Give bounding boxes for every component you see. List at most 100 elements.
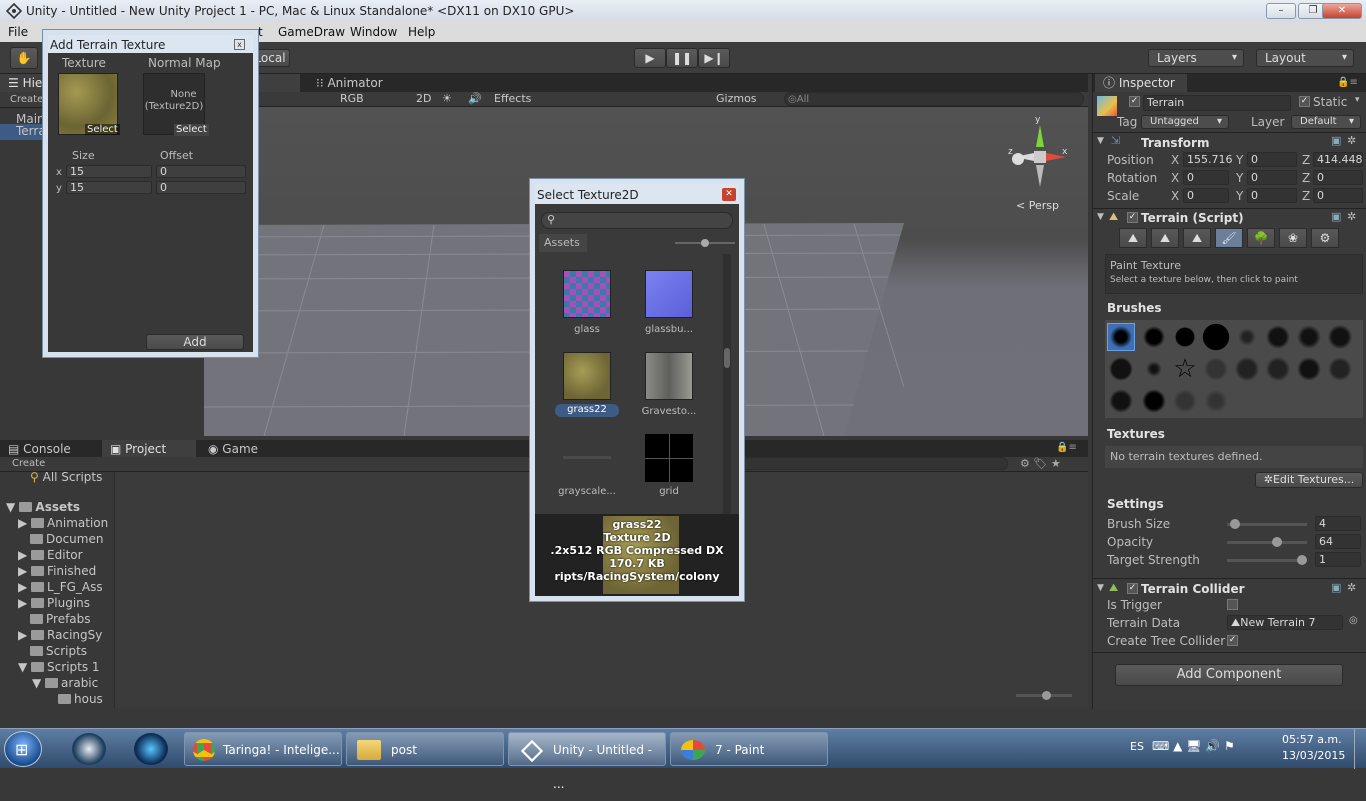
texture-thumb-gravestone[interactable] xyxy=(645,352,693,400)
tab-animator[interactable]: ⁝⁝ Animator xyxy=(308,74,428,92)
brush-17[interactable] xyxy=(1107,387,1135,415)
texture-name[interactable]: grid xyxy=(631,486,707,497)
rgb-dropdown[interactable]: RGB xyxy=(340,92,364,106)
tree-item[interactable]: ▶ Finished xyxy=(18,564,96,578)
terrain-script-foldout[interactable]: ▼ xyxy=(1097,212,1104,222)
texture-thumb-glass[interactable] xyxy=(563,270,611,318)
texture-select-button[interactable]: Select xyxy=(85,124,120,135)
clock-date[interactable]: 13/03/2015 xyxy=(1282,749,1345,762)
hierarchy-create[interactable]: Create xyxy=(0,92,44,108)
help-icon[interactable]: ▣ xyxy=(1331,581,1341,594)
brush-13[interactable] xyxy=(1233,355,1261,383)
brush-20[interactable] xyxy=(1202,387,1230,415)
texture-name[interactable]: glassbu... xyxy=(631,324,707,335)
hierarchy-item-terrain[interactable]: Terra xyxy=(0,124,46,140)
object-name-field[interactable]: Terrain xyxy=(1143,95,1291,111)
texture-slot[interactable]: Select xyxy=(58,73,120,135)
texture-name-selected[interactable]: grass22 xyxy=(555,404,619,417)
close-button[interactable]: ✕ xyxy=(1322,3,1362,19)
effects-dropdown[interactable]: Effects xyxy=(494,92,531,106)
brush-14[interactable] xyxy=(1264,355,1292,383)
add-component-button[interactable]: Add Component xyxy=(1115,664,1343,686)
taskbar-folder[interactable]: post xyxy=(346,732,504,766)
show-desktop-button[interactable] xyxy=(1354,729,1366,769)
persp-label[interactable]: < Persp xyxy=(1016,199,1059,212)
target-strength-field[interactable]: 1 xyxy=(1315,552,1361,567)
normal-map-select-button[interactable]: Select xyxy=(174,124,209,136)
raise-lower-tool[interactable]: ⛰ xyxy=(1119,228,1147,248)
brush-3[interactable] xyxy=(1171,323,1199,351)
brush-19[interactable] xyxy=(1171,387,1199,415)
object-picker-icon[interactable]: ◎ xyxy=(1349,615,1358,626)
target-strength-slider[interactable] xyxy=(1227,555,1307,565)
menu-help[interactable]: Help xyxy=(408,22,435,42)
tab-assets[interactable]: Assets xyxy=(539,234,587,252)
tree-item[interactable]: hous xyxy=(58,692,103,706)
static-dropdown-icon[interactable]: ▾ xyxy=(1355,95,1360,105)
minimize-button[interactable]: – xyxy=(1266,3,1296,19)
start-button[interactable]: ⊞ xyxy=(4,731,42,767)
rotation-z-field[interactable]: 0 xyxy=(1313,170,1363,185)
lock-icon[interactable]: 🔒≡ xyxy=(1056,442,1077,453)
brushes-grid[interactable]: ☆ xyxy=(1105,320,1363,418)
brush-18[interactable] xyxy=(1140,387,1168,415)
paint-height-tool[interactable]: ⛰ xyxy=(1151,228,1179,248)
brush-15[interactable] xyxy=(1295,355,1323,383)
add-button[interactable]: Add xyxy=(146,334,244,350)
filter-icons[interactable]: ⚙ 🏷 ★ xyxy=(1020,457,1061,470)
gear-icon[interactable]: ✲ xyxy=(1347,581,1356,594)
tab-hierarchy[interactable]: ☰ Hie xyxy=(0,74,44,92)
texture-thumb-grid[interactable] xyxy=(645,434,693,482)
rotation-x-field[interactable]: 0 xyxy=(1183,170,1229,185)
collider-enabled-checkbox[interactable]: ✓ xyxy=(1127,583,1138,594)
position-y-field[interactable]: 0 xyxy=(1247,152,1297,167)
menu-file[interactable]: File xyxy=(8,22,28,42)
tree-item[interactable]: ▼ arabic xyxy=(32,676,98,690)
brush-size-slider[interactable] xyxy=(1227,519,1307,529)
size-y-field[interactable]: 15 xyxy=(66,181,152,194)
smooth-height-tool[interactable]: ⛰ xyxy=(1183,228,1211,248)
texture-thumb-grayscale[interactable] xyxy=(563,456,611,459)
terrain-data-field[interactable]: ⛰New Terrain 7 xyxy=(1227,615,1343,630)
brush-1[interactable] xyxy=(1107,323,1135,351)
clock-time[interactable]: 05:57 a.m. xyxy=(1282,733,1342,746)
brush-2[interactable] xyxy=(1140,323,1168,351)
paint-details-tool[interactable]: ❀ xyxy=(1279,228,1307,248)
position-x-field[interactable]: 155.716 xyxy=(1183,152,1233,167)
tab-inspector[interactable]: ⓘ Inspector xyxy=(1095,74,1187,92)
static-checkbox[interactable]: ✓ xyxy=(1299,96,1310,107)
tab-console[interactable]: ▤ Console xyxy=(0,440,98,458)
tag-dropdown[interactable]: Untagged xyxy=(1141,115,1229,129)
texture-name[interactable]: glass xyxy=(549,324,625,335)
brush-size-field[interactable]: 4 xyxy=(1315,516,1361,531)
tab-scene[interactable] xyxy=(256,74,300,92)
texture-name[interactable]: grayscale... xyxy=(549,486,625,497)
scale-x-field[interactable]: 0 xyxy=(1183,188,1229,203)
rotation-y-field[interactable]: 0 xyxy=(1247,170,1297,185)
collider-foldout[interactable]: ▼ xyxy=(1097,583,1104,593)
pause-button[interactable]: ❚❚ xyxy=(666,48,698,68)
menu-terrain-partial[interactable]: t xyxy=(258,22,263,42)
texture-name[interactable]: Gravesto... xyxy=(631,406,707,417)
tree-item[interactable]: Prefabs xyxy=(30,612,91,626)
paint-texture-tool[interactable]: 🖌 xyxy=(1215,228,1243,248)
tree-item[interactable]: ▶ Editor xyxy=(18,548,83,562)
size-x-field[interactable]: 15 xyxy=(66,165,152,178)
layout-dropdown[interactable]: Layout xyxy=(1256,49,1354,67)
gear-icon[interactable]: ✲ xyxy=(1347,134,1356,147)
opacity-field[interactable]: 64 xyxy=(1315,534,1361,549)
edit-textures-button[interactable]: ✲Edit Textures... xyxy=(1255,472,1363,488)
scale-y-field[interactable]: 0 xyxy=(1247,188,1297,203)
dialog-close-button[interactable]: ✕ xyxy=(722,188,736,201)
step-button[interactable]: ▶❙ xyxy=(698,48,730,68)
scene-search-input[interactable]: ◎All xyxy=(784,92,1084,106)
offset-y-field[interactable]: 0 xyxy=(156,181,246,194)
play-button[interactable]: ▶ xyxy=(634,48,666,68)
brush-9[interactable] xyxy=(1107,355,1135,383)
opacity-slider[interactable] xyxy=(1227,537,1307,547)
menu-gamedraw[interactable]: GameDraw xyxy=(278,22,345,42)
place-trees-tool[interactable]: 🌳 xyxy=(1247,228,1275,248)
brush-5[interactable] xyxy=(1233,323,1261,351)
layers-dropdown[interactable]: Layers xyxy=(1148,49,1244,67)
brush-10[interactable] xyxy=(1140,355,1168,383)
